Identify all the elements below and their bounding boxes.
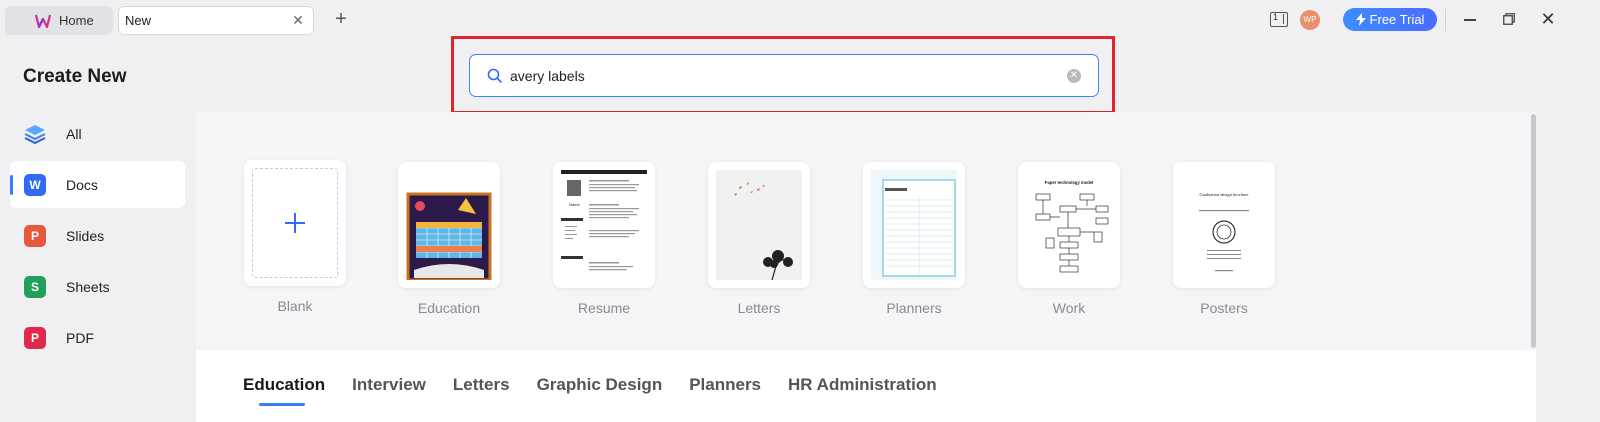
lightning-icon (1355, 13, 1366, 26)
sidebar-item-label: All (66, 125, 82, 142)
wps-logo-icon (35, 14, 51, 28)
tab-hr-administration[interactable]: HR Administration (788, 375, 937, 403)
template-label: Resume (577, 300, 631, 316)
sidebar-item-all[interactable]: All (10, 110, 185, 157)
education-thumbnail (406, 170, 492, 280)
search-bar[interactable]: ✕ (469, 54, 1099, 97)
category-tabs: Education Interview Letters Graphic Desi… (243, 375, 937, 406)
sidebar: All W Docs P Slides S Sheets P PDF (10, 110, 185, 365)
scrollbar[interactable] (1531, 114, 1536, 348)
tab-planners[interactable]: Planners (689, 375, 761, 403)
avatar[interactable]: WP (1300, 10, 1320, 30)
template-label: Letters (737, 300, 781, 316)
close-tab-icon[interactable]: ✕ (291, 13, 305, 27)
template-card-resume[interactable]: Name (553, 162, 655, 288)
add-tab-icon[interactable]: + (332, 9, 350, 29)
close-window-icon[interactable]: ✕ (1540, 10, 1556, 28)
template-card-work[interactable]: Paper technology model (1018, 162, 1120, 288)
sidebar-item-label: Slides (66, 227, 105, 244)
sidebar-item-docs[interactable]: W Docs (10, 161, 185, 208)
sidebar-item-slides[interactable]: P Slides (10, 212, 185, 259)
free-trial-button[interactable]: Free Trial (1343, 8, 1437, 31)
page-title: Create New (23, 66, 127, 87)
poster-title-text: Graduation design brochure (1199, 192, 1248, 197)
template-label: Education (417, 300, 481, 316)
clear-search-icon[interactable]: ✕ (1067, 69, 1081, 83)
plus-icon (285, 213, 305, 233)
template-label: Posters (1200, 300, 1248, 316)
docs-icon: W (24, 173, 46, 196)
slides-icon: P (24, 224, 46, 247)
tab-letters[interactable]: Letters (453, 375, 510, 403)
work-thumbnail: Paper technology model (1026, 170, 1112, 280)
layers-icon (24, 124, 46, 144)
restore-icon[interactable] (1503, 13, 1515, 25)
blank-placeholder (252, 168, 338, 278)
template-card-education[interactable] (398, 162, 500, 288)
sheets-icon: S (24, 275, 46, 298)
tab-new[interactable]: New ✕ (118, 6, 314, 35)
template-label: Blank (277, 298, 313, 314)
tab-new-label: New (125, 13, 152, 28)
search-icon (487, 68, 502, 83)
tab-interview[interactable]: Interview (352, 375, 426, 403)
sidebar-item-label: PDF (66, 329, 94, 346)
panel-badge: 1 (1273, 12, 1279, 22)
panel-toggle-icon[interactable]: 1 (1270, 12, 1288, 27)
tab-home[interactable]: Home (5, 6, 113, 35)
pdf-icon: P (24, 326, 46, 349)
planners-thumbnail (871, 170, 957, 280)
template-card-planners[interactable] (863, 162, 965, 288)
resume-thumbnail: Name (561, 170, 647, 280)
sidebar-item-sheets[interactable]: S Sheets (10, 263, 185, 310)
resume-name-text: Name (569, 202, 580, 207)
divider (1445, 9, 1446, 31)
sidebar-item-label: Sheets (66, 278, 110, 295)
template-card-letters[interactable] (708, 162, 810, 288)
tab-education[interactable]: Education (243, 375, 325, 406)
sidebar-item-label: Docs (66, 176, 98, 193)
posters-thumbnail: Graduation design brochure (1181, 170, 1267, 280)
title-bar: Home New ✕ + 1 WP Free Trial ✕ (0, 0, 1600, 40)
tab-home-label: Home (59, 13, 94, 28)
template-label: Work (1052, 300, 1086, 316)
template-label: Planners (886, 300, 942, 316)
template-card-posters[interactable]: Graduation design brochure (1173, 162, 1275, 288)
template-card-blank[interactable] (244, 160, 346, 286)
letters-thumbnail (716, 170, 802, 280)
tab-graphic-design[interactable]: Graphic Design (537, 375, 663, 403)
search-input[interactable] (510, 64, 1050, 88)
minimize-icon[interactable] (1464, 19, 1476, 21)
work-title-text: Paper technology model (1045, 180, 1094, 185)
free-trial-label: Free Trial (1369, 12, 1425, 27)
sidebar-item-pdf[interactable]: P PDF (10, 314, 185, 361)
